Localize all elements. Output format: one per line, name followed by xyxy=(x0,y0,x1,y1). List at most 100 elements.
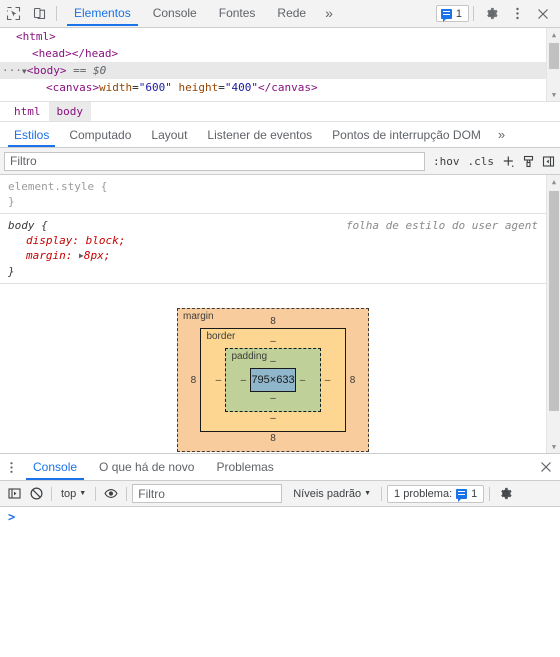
tab-computado[interactable]: Computado xyxy=(59,122,141,147)
element-classes-button[interactable]: .cls xyxy=(464,155,499,168)
box-model-margin-left[interactable]: 8 xyxy=(186,375,200,386)
box-model-padding-bottom[interactable]: – xyxy=(236,392,309,405)
drawer-close-button[interactable] xyxy=(532,454,560,480)
node-badge-dots-icon[interactable]: ··· xyxy=(2,64,22,77)
breadcrumb-item-html[interactable]: html xyxy=(6,102,49,121)
console-filter-input[interactable] xyxy=(132,484,283,503)
console-toolbar-divider-3 xyxy=(126,486,128,501)
console-context-selector[interactable]: top ▼ xyxy=(57,484,90,503)
box-model-margin-bottom[interactable]: 8 xyxy=(188,432,358,445)
more-tabs-button[interactable]: » xyxy=(317,0,341,26)
device-toolbar-button[interactable] xyxy=(26,1,52,26)
drawer-tab-console[interactable]: Console xyxy=(22,454,88,480)
tab-layout[interactable]: Layout xyxy=(141,122,197,147)
drawer-tab-o-que-ha-de-novo[interactable]: O que há de novo xyxy=(88,454,205,480)
element-classes-label: .cls xyxy=(467,154,495,168)
console-sidebar-button[interactable] xyxy=(4,484,24,504)
box-model-padding-left[interactable]: – xyxy=(236,375,250,386)
dom-node-head[interactable]: <head></head> xyxy=(0,45,560,62)
styles-pane[interactable]: element.style { } folha de estilo do use… xyxy=(0,175,560,453)
dom-node-canvas-close: </canvas> xyxy=(257,81,318,94)
css-rule-body[interactable]: folha de estilo do user agent body { dis… xyxy=(0,214,546,284)
box-model-border-bottom[interactable]: – xyxy=(211,412,334,425)
styles-filter-input[interactable] xyxy=(4,151,425,171)
canvas-attr-height-value[interactable]: "400" xyxy=(225,81,258,94)
console-toolbar-divider-2 xyxy=(95,486,97,501)
more-options-button[interactable] xyxy=(504,1,530,26)
scrollbar-thumb[interactable] xyxy=(549,43,559,69)
console-problems-button[interactable]: 1 problema: 1 xyxy=(387,484,485,503)
box-model-margin[interactable]: margin 8 8 border – – padding – – 795×63… xyxy=(177,308,369,452)
tab-console[interactable]: Console xyxy=(142,0,208,26)
hov-states-button[interactable]: :hov xyxy=(429,155,464,168)
scrollbar-thumb[interactable] xyxy=(549,191,559,411)
tab-elementos-label: Elementos xyxy=(74,6,131,20)
box-model-content[interactable]: 795×633 xyxy=(250,368,296,392)
css-property-margin-name[interactable]: margin xyxy=(26,249,66,262)
new-style-rule-button[interactable] xyxy=(498,151,518,171)
css-property-display-value[interactable]: block xyxy=(86,234,119,247)
canvas-attr-height-name[interactable]: height xyxy=(178,81,218,94)
scroll-down-arrow-icon[interactable]: ▼ xyxy=(547,440,560,453)
toggle-sidebar-button[interactable] xyxy=(538,151,558,171)
css-rule-element-style[interactable]: element.style { } xyxy=(0,175,546,214)
css-selector-body[interactable]: body xyxy=(8,219,35,232)
drawer-tab-problemas[interactable]: Problemas xyxy=(205,454,284,480)
dom-tree-scrollbar[interactable]: ▲ ▼ xyxy=(546,28,560,101)
scroll-down-arrow-icon[interactable]: ▼ xyxy=(547,88,560,101)
console-prompt-row[interactable]: > xyxy=(0,507,560,528)
box-model-margin-right[interactable]: 8 xyxy=(346,375,360,386)
console-message-list[interactable]: > xyxy=(0,507,560,657)
console-levels-selector[interactable]: Níveis padrão ▼ xyxy=(288,488,376,500)
live-expression-button[interactable] xyxy=(101,484,121,504)
scroll-up-arrow-icon[interactable]: ▲ xyxy=(547,28,560,41)
gear-icon xyxy=(498,486,513,501)
css-property-margin-value[interactable]: 8px xyxy=(84,249,104,262)
box-model-border-left[interactable]: – xyxy=(211,375,225,386)
css-property-margin[interactable]: margin: ▶8px; xyxy=(8,248,540,264)
tab-pontos-de-interrupcao-dom[interactable]: Pontos de interrupção DOM xyxy=(322,122,491,147)
css-property-display[interactable]: display: block; xyxy=(8,233,540,248)
dom-node-html[interactable]: <html> xyxy=(0,28,560,45)
box-model-border-right[interactable]: – xyxy=(321,375,335,386)
breadcrumb-item-body-label: body xyxy=(56,105,84,118)
tab-fontes[interactable]: Fontes xyxy=(208,0,267,26)
tab-listener-de-eventos[interactable]: Listener de eventos xyxy=(197,122,322,147)
drawer-more-options-button[interactable] xyxy=(0,454,22,480)
canvas-attr-width-value[interactable]: "600" xyxy=(139,81,172,94)
dom-tree-panel[interactable]: <html> <head></head> ···▼<body> == $0 <c… xyxy=(0,28,560,102)
box-model-padding-right[interactable]: – xyxy=(296,375,310,386)
issues-counter-button[interactable]: 1 xyxy=(435,5,469,22)
close-icon xyxy=(536,7,550,21)
console-settings-button[interactable] xyxy=(495,484,515,504)
breadcrumb-item-body[interactable]: body xyxy=(48,102,91,121)
expand-twisty-icon[interactable]: ▼ xyxy=(22,64,27,79)
tab-elementos[interactable]: Elementos xyxy=(63,0,142,26)
scroll-up-arrow-icon[interactable]: ▲ xyxy=(547,175,560,188)
tab-estilos[interactable]: Estilos xyxy=(4,122,59,147)
drawer-tab-o-que-ha-de-novo-label: O que há de novo xyxy=(99,460,195,474)
sidebar-more-tabs-button[interactable]: » xyxy=(491,122,512,147)
settings-button[interactable] xyxy=(478,1,504,26)
dom-node-body[interactable]: ···▼<body> == $0 xyxy=(0,62,560,79)
inspect-element-button[interactable] xyxy=(0,1,26,26)
dom-node-canvas[interactable]: <canvas>width="600" height="400"</canvas… xyxy=(0,79,560,96)
close-devtools-button[interactable] xyxy=(530,1,556,26)
issue-message-icon xyxy=(440,8,452,22)
box-model-padding[interactable]: padding – – 795×633 – – xyxy=(225,348,321,412)
styles-sidebar-tabs: Estilos Computado Layout Listener de eve… xyxy=(0,122,560,148)
canvas-attr-width-name[interactable]: width xyxy=(99,81,132,94)
tab-rede[interactable]: Rede xyxy=(266,0,317,26)
console-context-label: top xyxy=(61,487,77,500)
css-selector-element-style[interactable]: element.style xyxy=(8,180,94,193)
computed-styles-toggle-button[interactable] xyxy=(518,151,538,171)
css-property-display-name[interactable]: display xyxy=(26,234,72,247)
expand-shorthand-icon[interactable]: ▶ xyxy=(79,248,84,263)
live-expression-icon xyxy=(103,486,119,501)
clear-console-button[interactable] xyxy=(26,484,46,504)
box-model-border[interactable]: border – – padding – – 795×633 – – – – xyxy=(200,328,346,432)
dom-node-body-ref: == $0 xyxy=(73,64,107,77)
styles-pane-scrollbar[interactable]: ▲ ▼ xyxy=(546,175,560,453)
box-model-padding-label: padding xyxy=(231,351,268,362)
console-problems-count: 1 xyxy=(471,487,478,500)
